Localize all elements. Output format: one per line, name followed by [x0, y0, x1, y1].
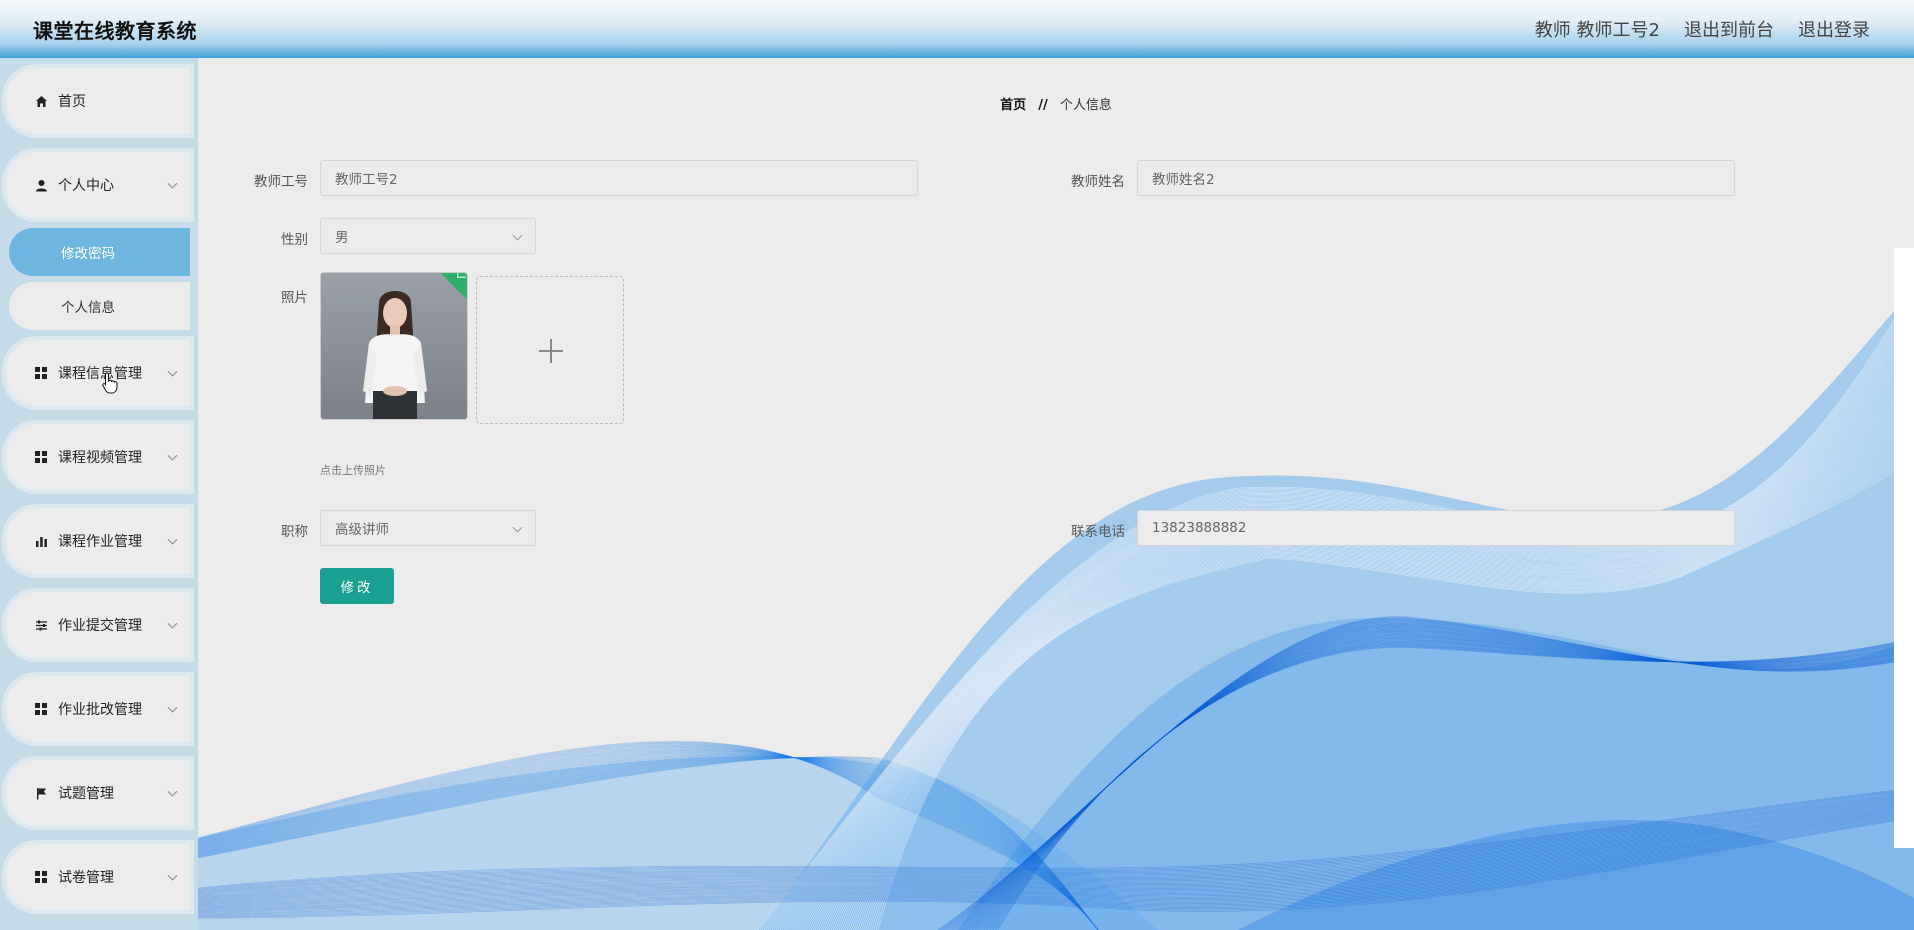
sidebar-item-label: 个人中心: [58, 178, 114, 194]
sidebar-item-homework-grading[interactable]: 作业批改管理: [6, 676, 190, 742]
plus-icon-vertical: [550, 339, 552, 363]
main-content: 首页 // 个人信息 教师工号 教师工号2 教师姓名 教师姓名2 性别 男 照片: [198, 58, 1914, 930]
breadcrumb-separator: //: [1038, 98, 1048, 113]
portrait-image: [321, 273, 467, 419]
sidebar-item-homework-submit[interactable]: 作业提交管理: [6, 592, 190, 658]
sidebar-item-label: 试题管理: [58, 786, 114, 802]
title-select[interactable]: 高级讲师: [320, 510, 536, 546]
grid-icon: [34, 366, 48, 380]
gender-value: 男: [335, 230, 349, 246]
teacher-name-field[interactable]: 教师姓名2: [1137, 160, 1735, 196]
grid-icon: [34, 702, 48, 716]
breadcrumb: 首页 // 个人信息: [198, 94, 1914, 113]
chevron-down-icon: [167, 450, 178, 461]
header-actions: 教师 教师工号2 退出到前台 退出登录: [1535, 16, 1870, 42]
chevron-down-icon: [167, 618, 178, 629]
upload-hint: 点击上传照片: [320, 464, 386, 477]
title-label: 职称: [281, 524, 308, 540]
bar-chart-icon: [34, 534, 48, 548]
page-edge: [1894, 248, 1914, 848]
sidebar-item-course-homework[interactable]: 课程作业管理: [6, 508, 190, 574]
teacher-id-label: 教师工号: [254, 174, 308, 190]
sidebar-item-course-info[interactable]: 课程信息管理: [6, 340, 190, 406]
sidebar-item-label: 课程视频管理: [58, 450, 142, 466]
chevron-down-icon: [167, 870, 178, 881]
user-icon: [34, 178, 48, 192]
chevron-down-icon: [167, 786, 178, 797]
sidebar-item-course-video[interactable]: 课程视频管理: [6, 424, 190, 490]
sidebar-subitem-label: 个人信息: [61, 300, 115, 316]
photo-label: 照片: [281, 290, 308, 306]
sidebar: 首页 个人中心 修改密码 个人信息 课程信息管理 课程视频管理 课程作业管理 作…: [0, 58, 198, 930]
teacher-name-label: 教师姓名: [1071, 174, 1125, 190]
gender-label: 性别: [281, 232, 308, 248]
phone-field[interactable]: 13823888882: [1137, 510, 1735, 546]
logout-link[interactable]: 退出登录: [1798, 16, 1870, 42]
top-header: 课堂在线教育系统 教师 教师工号2 退出到前台 退出登录: [0, 0, 1914, 58]
breadcrumb-current: 个人信息: [1059, 98, 1112, 113]
mouse-cursor-icon: [102, 372, 118, 394]
sidebar-subitem-change-password[interactable]: 修改密码: [9, 228, 190, 276]
teacher-id-field[interactable]: 教师工号2: [320, 160, 918, 196]
grid-icon: [34, 450, 48, 464]
flag-icon: [34, 786, 48, 800]
back-to-front-link[interactable]: 退出到前台: [1684, 16, 1774, 42]
sidebar-subitem-label: 修改密码: [61, 246, 115, 262]
chevron-down-icon: [167, 178, 178, 189]
grid-icon: [34, 870, 48, 884]
sidebar-item-label: 课程信息管理: [58, 366, 142, 382]
photo-upload-button[interactable]: [476, 276, 624, 424]
uploaded-photo[interactable]: [320, 272, 468, 420]
breadcrumb-home[interactable]: 首页: [1000, 98, 1026, 113]
chevron-down-icon: [167, 702, 178, 713]
sliders-icon: [34, 618, 48, 632]
sidebar-item-label: 试卷管理: [58, 870, 114, 886]
title-value: 高级讲师: [335, 522, 389, 538]
home-icon: [34, 94, 48, 108]
chevron-down-icon: [512, 522, 523, 533]
sidebar-subitem-personal-info[interactable]: 个人信息: [9, 282, 190, 330]
app-title: 课堂在线教育系统: [33, 18, 197, 43]
sidebar-item-label: 作业批改管理: [58, 702, 142, 718]
sidebar-item-label: 课程作业管理: [58, 534, 142, 550]
sidebar-item-label: 作业提交管理: [58, 618, 142, 634]
sidebar-item-exam-paper[interactable]: 试卷管理: [6, 844, 190, 910]
sidebar-item-home[interactable]: 首页: [6, 68, 190, 134]
current-user-label: 教师 教师工号2: [1534, 20, 1660, 41]
chevron-down-icon: [512, 230, 523, 241]
submit-button[interactable]: 修改: [320, 568, 394, 604]
sidebar-item-question-mgmt[interactable]: 试题管理: [6, 760, 190, 826]
gender-select[interactable]: 男: [320, 218, 536, 254]
sidebar-item-label: 首页: [58, 94, 86, 110]
sidebar-item-personal-center[interactable]: 个人中心: [6, 152, 190, 218]
phone-label: 联系电话: [1071, 524, 1125, 540]
chevron-down-icon: [167, 534, 178, 545]
chevron-down-icon: [167, 366, 178, 377]
